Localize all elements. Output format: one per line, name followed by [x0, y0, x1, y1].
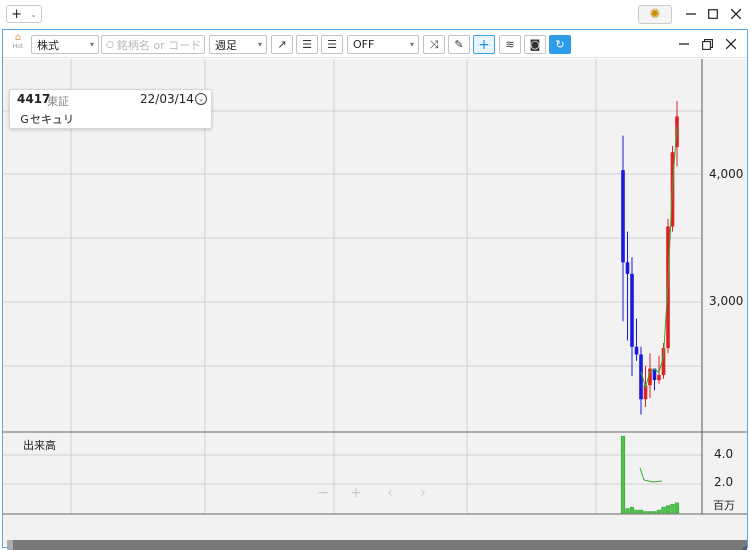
settings-sliders-button[interactable]: ≋	[499, 35, 521, 54]
draw-button[interactable]: ✎	[448, 35, 470, 54]
chart-toolbar: ⌂ Hot 株式 ▾ ○ 銘柄名 or コード 週足 ▾ ↗ ☰ ☰ OFF ▾…	[3, 30, 747, 58]
scroll-left-button[interactable]: ‹	[380, 484, 400, 502]
volume-bar	[638, 509, 644, 514]
period-value: 週足	[215, 38, 237, 52]
overview-navigator[interactable]	[7, 540, 747, 550]
align-left-button[interactable]: ☰	[296, 35, 318, 54]
volume-bar	[674, 502, 680, 514]
panel-minimize-button[interactable]	[676, 36, 692, 52]
volume-bar	[652, 511, 657, 514]
plus-icon: +	[350, 485, 362, 501]
chart-panel: ⌂ Hot 株式 ▾ ○ 銘柄名 or コード 週足 ▾ ↗ ☰ ☰ OFF ▾…	[2, 29, 748, 550]
candle-body	[634, 346, 639, 355]
volume-average-line	[639, 467, 663, 483]
volume-bar	[643, 511, 648, 514]
panel-restore-button[interactable]	[699, 36, 715, 52]
period-select[interactable]: 週足 ▾	[209, 35, 267, 54]
refresh-button[interactable]: ↻	[549, 35, 571, 54]
volume-bar	[670, 503, 675, 514]
chevron-down-icon: ⌄	[30, 9, 37, 19]
minimize-icon	[679, 43, 689, 45]
maximize-icon	[708, 9, 718, 19]
close-button[interactable]	[728, 6, 744, 22]
crosshair-icon: +	[478, 36, 490, 53]
overview-area	[741, 546, 747, 550]
market-name: 東証	[47, 95, 69, 108]
trend-button[interactable]: ↗	[271, 35, 293, 54]
new-window-button[interactable]: + ⌄	[6, 5, 42, 23]
candle-body	[630, 273, 634, 347]
volume-bar	[661, 506, 666, 514]
volume-bar	[629, 506, 635, 514]
screenshot-button[interactable]: ◙	[524, 35, 546, 54]
price-tick-label: 4,000	[709, 167, 744, 181]
chevron-down-icon: ▾	[89, 40, 94, 49]
chevron-down-icon: ▾	[257, 40, 262, 49]
hot-button[interactable]: ⌂ Hot	[9, 33, 27, 55]
panel-close-button[interactable]	[723, 36, 739, 52]
align-left-icon: ☰	[302, 38, 312, 51]
price-chart[interactable]: 4417 東証 22/03/14 ⌄ Ｇセキュリ 出来高 4,000 3,000…	[3, 59, 747, 550]
indicator-value: OFF	[353, 38, 375, 51]
volume-bar	[656, 509, 662, 514]
symbol-code: 4417	[17, 92, 51, 106]
close-icon	[726, 39, 736, 49]
arrow-up-right-icon: ↗	[277, 38, 287, 51]
volume-bar	[647, 511, 653, 514]
minimize-button[interactable]	[683, 6, 699, 22]
chevron-right-icon: ›	[420, 485, 426, 501]
settings-button[interactable]: ✺	[638, 5, 672, 24]
minus-icon: −	[317, 485, 329, 501]
zoom-out-button[interactable]: −	[313, 484, 333, 502]
refresh-icon: ↻	[555, 38, 565, 51]
search-placeholder: 銘柄名 or コード	[116, 38, 202, 52]
asset-type-value: 株式	[37, 38, 59, 52]
scroll-right-button[interactable]: ›	[413, 484, 433, 502]
shuffle-icon: ⤨	[429, 37, 439, 51]
camera-icon: ◙	[529, 38, 541, 51]
volume-bar	[620, 435, 626, 514]
chevron-left-icon: ‹	[387, 485, 393, 501]
chevron-down-icon[interactable]: ⌄	[195, 93, 207, 105]
search-icon: ○	[106, 39, 114, 50]
sliders-icon: ≋	[505, 38, 515, 51]
overview-sparkline	[741, 546, 747, 550]
volume-tick-label: 4.0	[714, 447, 734, 461]
hot-label: Hot	[12, 43, 24, 50]
pencil-icon: ✎	[454, 38, 464, 51]
chart-canvas	[3, 59, 747, 515]
zoom-in-button[interactable]: +	[346, 484, 366, 502]
align-right-icon: ☰	[327, 38, 337, 51]
minimize-icon	[686, 13, 696, 15]
chart-date: 22/03/14	[140, 92, 194, 106]
plus-icon: +	[11, 6, 22, 22]
symbol-search-input[interactable]: ○ 銘柄名 or コード	[101, 35, 205, 54]
volume-label: 出来高	[23, 439, 56, 452]
volume-bar	[634, 509, 639, 514]
app-window: + ⌄ ✺ ⌂ Hot 株式 ▾ ○ 銘柄名 or コード 週足 ▾ ↗ ☰ ☰…	[0, 0, 750, 550]
symbol-name: Ｇセキュリ	[19, 113, 74, 126]
volume-unit-label: 百万	[713, 499, 735, 512]
restore-icon	[701, 38, 713, 50]
candle-body	[657, 374, 661, 381]
indicator-select[interactable]: OFF ▾	[347, 35, 419, 54]
shuffle-button[interactable]: ⤨	[423, 35, 445, 54]
gear-icon: ✺	[649, 7, 661, 22]
chevron-down-icon: ▾	[409, 40, 414, 49]
maximize-button[interactable]	[705, 6, 721, 22]
candle-body	[621, 170, 625, 263]
title-bar: + ⌄ ✺	[0, 0, 750, 28]
crosshair-button[interactable]: +	[473, 35, 495, 54]
volume-tick-label: 2.0	[714, 475, 734, 489]
price-tick-label: 3,000	[709, 294, 744, 308]
home-icon: ⌂	[14, 32, 22, 43]
asset-type-select[interactable]: 株式 ▾	[31, 35, 99, 54]
candle-body	[625, 262, 630, 274]
align-right-button[interactable]: ☰	[321, 35, 343, 54]
close-icon	[731, 9, 741, 19]
volume-bar	[625, 508, 630, 514]
volume-bar	[665, 505, 671, 514]
symbol-info-box: 4417 東証 22/03/14 ⌄ Ｇセキュリ	[9, 89, 212, 129]
